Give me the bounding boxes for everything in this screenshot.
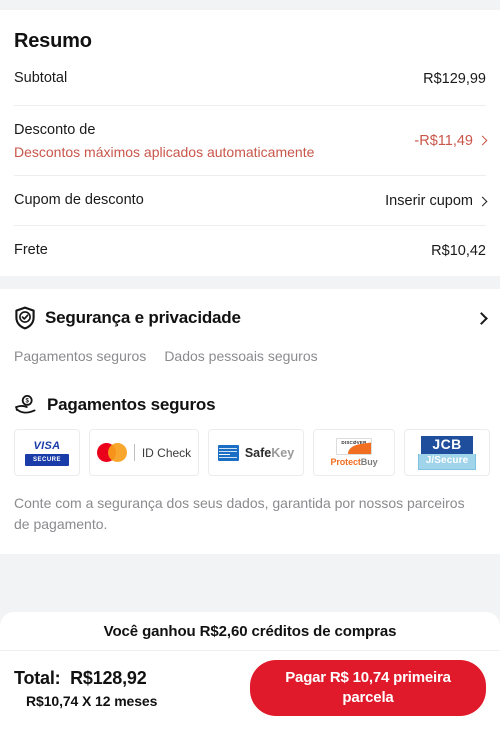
coupon-label: Cupom de desconto xyxy=(14,192,144,209)
top-spacer xyxy=(0,0,500,10)
summary-row-discount[interactable]: Desconto de Descontos máximos aplicados … xyxy=(14,104,488,176)
security-tag-payments: Pagamentos seguros xyxy=(14,348,147,365)
credit-banner: Você ganhou R$2,60 créditos de compras xyxy=(0,612,500,650)
protectbuy-primary: Protect xyxy=(330,457,361,468)
discount-label: Desconto de xyxy=(14,121,96,138)
visa-secure-badge: SECURE xyxy=(24,453,69,466)
security-tag-personal-data: Dados pessoais seguros xyxy=(164,348,318,365)
security-card: Segurança e privacidade Pagamentos segur… xyxy=(0,289,500,555)
pay-button[interactable]: Pagar R$ 10,74 primeira parcela xyxy=(250,660,486,716)
total-row: Total: R$128,92 xyxy=(14,668,157,689)
summary-row-coupon[interactable]: Cupom de desconto Inserir cupom xyxy=(14,175,488,225)
payments-header: $ Pagamentos seguros xyxy=(14,366,486,416)
chevron-right-icon[interactable] xyxy=(475,312,488,325)
section-spacer xyxy=(0,276,500,290)
chevron-right-icon xyxy=(477,196,488,207)
logo-amex-safekey: SafeKey xyxy=(208,429,304,477)
totals-block: Total: R$128,92 R$10,74 X 12 meses xyxy=(14,668,157,709)
safekey-label: SafeKey xyxy=(245,446,294,460)
total-value: R$128,92 xyxy=(70,667,147,688)
protectbuy-label: ProtectBuy xyxy=(330,457,377,467)
visa-wordmark: VISA xyxy=(33,439,61,452)
j-secure-badge: J/Secure xyxy=(417,454,477,470)
summary-card: Resumo Subtotal R$129,99 Desconto de Des… xyxy=(0,10,500,277)
security-header[interactable]: Segurança e privacidade xyxy=(14,289,488,330)
total-label: Total: xyxy=(14,667,61,688)
summary-row-subtotal: Subtotal R$129,99 xyxy=(14,69,486,105)
divider xyxy=(133,444,135,462)
discover-card-icon: DISCØVER xyxy=(335,438,372,456)
amex-card-icon xyxy=(217,444,239,461)
discount-value: -R$11,49 xyxy=(414,132,473,149)
logo-discover-protectbuy: DISCØVER ProtectBuy xyxy=(313,429,395,477)
shipping-label: Frete xyxy=(14,241,48,258)
installments-label: R$10,74 X 12 meses xyxy=(26,692,158,709)
partner-note: Conte com a segurança dos seus dados, ga… xyxy=(14,495,465,532)
shield-check-icon xyxy=(14,306,36,330)
logo-visa-secure: VISA SECURE xyxy=(14,429,80,477)
payment-logos: VISA SECURE ID Check SafeKey DISCØVER Pr… xyxy=(14,416,490,477)
mastercard-icon xyxy=(96,443,127,463)
security-title: Segurança e privacidade xyxy=(45,308,241,328)
safekey-primary: Safe xyxy=(244,445,272,460)
checkout-bar: Total: R$128,92 R$10,74 X 12 meses Pagar… xyxy=(0,650,500,730)
discount-sublabel: Descontos máximos aplicados automaticame… xyxy=(14,144,315,161)
hand-coin-icon: $ xyxy=(14,394,38,416)
logo-jcb-j-secure: JCB J/Secure xyxy=(404,429,490,477)
jcb-wordmark: JCB xyxy=(421,436,473,455)
page-title: Resumo xyxy=(14,30,92,52)
security-tags: Pagamentos seguros Dados pessoais seguro… xyxy=(14,330,486,366)
checkout-footer: Você ganhou R$2,60 créditos de compras T… xyxy=(0,612,500,730)
id-check-label: ID Check xyxy=(141,445,192,460)
logo-mastercard-id-check: ID Check xyxy=(89,429,199,477)
checkout-screen: Resumo Subtotal R$129,99 Desconto de Des… xyxy=(0,0,500,730)
subtotal-label: Subtotal xyxy=(14,70,68,86)
coupon-action: Inserir cupom xyxy=(385,193,473,210)
subtotal-value: R$129,99 xyxy=(423,70,486,87)
protectbuy-secondary: Buy xyxy=(360,457,378,468)
summary-row-shipping: Frete R$10,42 xyxy=(14,224,486,277)
chevron-right-icon xyxy=(477,135,488,146)
safekey-secondary: Key xyxy=(271,445,295,460)
payments-title: Pagamentos seguros xyxy=(47,395,216,415)
shipping-value: R$10,42 xyxy=(431,242,486,259)
